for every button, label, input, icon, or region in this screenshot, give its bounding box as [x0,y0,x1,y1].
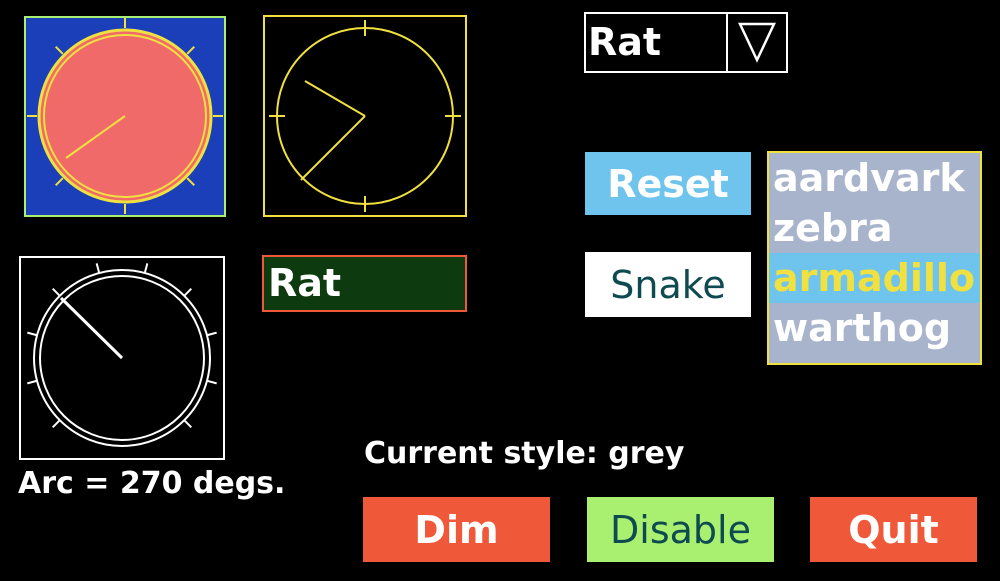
list-item[interactable]: aardvark [769,153,980,203]
text-field[interactable]: Rat [262,255,467,312]
dial-tick [51,419,61,429]
disable-button[interactable]: Disable [587,497,774,562]
current-style-label: Current style: grey [364,436,685,471]
list-item[interactable]: zebra [769,203,980,253]
filled-dial-graphic [27,18,223,214]
triangle-down-icon [738,22,776,63]
clock-hour-hand [304,80,366,117]
dial-tick [186,45,196,55]
dial-tick [186,177,196,187]
dial-tick [51,287,61,297]
list-item-selected[interactable]: armadillo [769,253,980,303]
dial-tick [27,331,38,337]
dial-tick [27,379,38,385]
filled-dial[interactable] [24,16,226,217]
clock-dial[interactable] [263,15,467,217]
clock-graphic [269,20,461,212]
reset-button[interactable]: Reset [585,152,751,215]
clock-minute-hand [300,115,366,181]
dim-button[interactable]: Dim [363,497,550,562]
dropdown-value: Rat [588,20,662,64]
quit-button[interactable]: Quit [810,497,977,562]
dropdown-arrow-button[interactable] [726,14,786,71]
arc-dial-graphic [27,263,217,447]
dial-tick [54,177,64,187]
arc-dial[interactable] [19,256,225,460]
dropdown[interactable]: Rat [584,12,788,73]
arc-label: Arc = 270 degs. [18,466,286,501]
dial-tick [143,263,149,274]
dial-tick [54,45,64,55]
dial-tick [183,287,193,297]
dial-tick [183,419,193,429]
text-field-value: Rat [268,261,342,305]
dial-tick [206,379,217,385]
snake-button[interactable]: Snake [585,252,751,317]
dial-pointer [59,296,124,360]
list-item[interactable]: warthog [769,303,980,353]
listbox[interactable]: aardvark zebra armadillo warthog [767,151,982,365]
dial-tick [206,331,217,337]
dial-tick [95,263,101,274]
